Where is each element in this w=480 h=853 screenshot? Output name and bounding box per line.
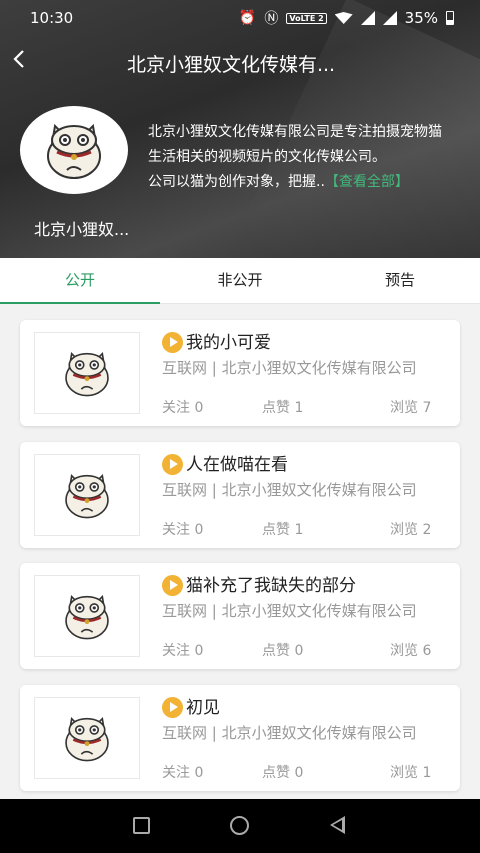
home-icon[interactable] [230, 816, 249, 835]
like-count: 点赞 0 [262, 643, 304, 659]
play-icon [162, 454, 183, 475]
video-list: 我的小可爱 互联网 | 北京小狸奴文化传媒有限公司 关注 0 点赞 1 浏览 7… [0, 304, 480, 798]
video-card[interactable]: 人在做喵在看 互联网 | 北京小狸奴文化传媒有限公司 关注 0 点赞 1 浏览 … [20, 442, 460, 548]
video-category: 互联网 | 北京小狸奴文化传媒有限公司 [162, 724, 417, 742]
see-all-link[interactable]: 【查看全部】 [325, 174, 409, 190]
description-text: 北京小狸奴文化传媒有限公司是专注拍摄宠物猫生活相关的视频短片的文化传媒公司。 [148, 124, 442, 165]
volte-icon: VoLTE 2 [286, 12, 327, 24]
cat-logo-icon [64, 595, 110, 640]
like-count: 点赞 0 [262, 765, 304, 781]
battery-percent: 35% [404, 9, 438, 27]
cat-logo-icon [64, 474, 110, 519]
video-thumbnail [34, 575, 140, 657]
cat-logo-icon [47, 123, 101, 179]
tab-private[interactable]: 非公开 [160, 258, 320, 303]
status-time: 10:30 [30, 9, 74, 27]
video-category: 互联网 | 北京小狸奴文化传媒有限公司 [162, 602, 417, 620]
company-description: 北京小狸奴文化传媒有限公司是专注拍摄宠物猫生活相关的视频短片的文化传媒公司。 公… [148, 120, 448, 195]
video-card[interactable]: 初见 互联网 | 北京小狸奴文化传媒有限公司 关注 0 点赞 0 浏览 1 [20, 685, 460, 791]
play-icon [162, 332, 183, 353]
video-title: 初见 [186, 698, 220, 718]
company-name: 北京小狸奴... [34, 220, 130, 239]
nfc-icon: Ⓝ [264, 11, 279, 27]
tab-public[interactable]: 公开 [0, 258, 160, 304]
video-thumbnail [34, 332, 140, 414]
follow-count: 关注 0 [162, 765, 204, 781]
signal-icon [382, 11, 397, 25]
battery-icon [446, 11, 454, 25]
play-icon [162, 697, 183, 718]
video-thumbnail [34, 454, 140, 536]
cat-logo-icon [64, 352, 110, 397]
recent-apps-icon[interactable] [133, 817, 150, 834]
description-text-line2: 公司以猫为创作对象，把握.. [148, 174, 325, 190]
follow-count: 关注 0 [162, 643, 204, 659]
tab-bar: 公开 非公开 预告 [0, 258, 480, 304]
alarm-icon: ⏰ [238, 10, 257, 26]
view-count: 浏览 2 [390, 522, 432, 538]
video-card[interactable]: 我的小可爱 互联网 | 北京小狸奴文化传媒有限公司 关注 0 点赞 1 浏览 7 [20, 320, 460, 426]
page-title: 北京小狸奴文化传媒有... [126, 54, 336, 76]
view-count: 浏览 6 [390, 643, 432, 659]
video-thumbnail [34, 697, 140, 779]
company-avatar[interactable] [20, 106, 128, 194]
follow-count: 关注 0 [162, 522, 204, 538]
like-count: 点赞 1 [262, 400, 304, 416]
status-bar: 10:30 ⏰ Ⓝ VoLTE 2 35% [0, 0, 480, 36]
video-category: 互联网 | 北京小狸奴文化传媒有限公司 [162, 481, 417, 499]
video-title: 人在做喵在看 [186, 455, 288, 475]
status-icons: ⏰ Ⓝ VoLTE 2 35% [239, 8, 454, 28]
play-icon [162, 575, 183, 596]
follow-count: 关注 0 [162, 400, 204, 416]
back-icon[interactable] [330, 816, 345, 834]
video-title: 猫补充了我缺失的部分 [186, 576, 356, 596]
like-count: 点赞 1 [262, 522, 304, 538]
video-category: 互联网 | 北京小狸奴文化传媒有限公司 [162, 359, 417, 377]
wifi-icon [334, 12, 353, 24]
tab-preview[interactable]: 预告 [320, 258, 480, 303]
view-count: 浏览 7 [390, 400, 432, 416]
signal-icon [360, 11, 375, 25]
system-nav-bar [0, 799, 480, 853]
view-count: 浏览 1 [390, 765, 432, 781]
profile-header: 10:30 ⏰ Ⓝ VoLTE 2 35% 北京小狸奴文化传媒有... 北京小狸… [0, 0, 480, 258]
video-card[interactable]: 猫补充了我缺失的部分 互联网 | 北京小狸奴文化传媒有限公司 关注 0 点赞 0… [20, 563, 460, 669]
cat-logo-icon [64, 717, 110, 762]
video-title: 我的小可爱 [186, 333, 271, 353]
